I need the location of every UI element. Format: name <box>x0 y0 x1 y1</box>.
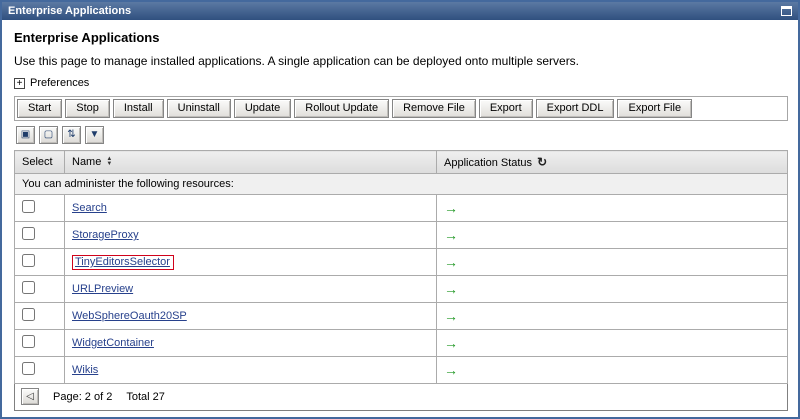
page-description: Use this page to manage installed applic… <box>14 54 788 68</box>
total-count: Total 27 <box>126 391 165 403</box>
app-name-link[interactable]: URLPreview <box>72 283 133 295</box>
preferences-expander[interactable]: + Preferences <box>14 77 788 89</box>
column-header-status-label: Application Status <box>444 157 532 169</box>
app-name-link[interactable]: StorageProxy <box>72 229 139 241</box>
applications-table: Select Name ▲▼ Application Status ↻ You ca… <box>14 150 788 384</box>
pagination-bar: ◁ Page: 2 of 2 Total 27 <box>14 384 788 411</box>
refresh-status-icon[interactable]: ↻ <box>537 155 547 169</box>
install-button[interactable]: Install <box>113 99 164 118</box>
row-checkbox[interactable] <box>22 227 35 240</box>
preferences-label: Preferences <box>30 77 89 89</box>
previous-page-button[interactable]: ◁ <box>21 388 39 405</box>
app-name-link[interactable]: Search <box>72 202 107 214</box>
row-checkbox[interactable] <box>22 308 35 321</box>
table-row: URLPreview → <box>15 276 788 303</box>
column-header-name[interactable]: Name ▲▼ <box>65 151 437 174</box>
rollout-update-button[interactable]: Rollout Update <box>294 99 389 118</box>
table-row: Wikis → <box>15 357 788 384</box>
select-all-icon[interactable]: ▣ <box>16 126 35 144</box>
application-started-icon: → <box>444 335 458 351</box>
row-checkbox[interactable] <box>22 281 35 294</box>
page-title: Enterprise Applications <box>14 30 788 45</box>
export-ddl-button[interactable]: Export DDL <box>536 99 615 118</box>
column-header-status: Application Status ↻ <box>437 151 788 174</box>
table-row: WebSphereOauth20SP → <box>15 303 788 330</box>
app-name-link[interactable]: Wikis <box>72 364 98 376</box>
application-started-icon: → <box>444 308 458 324</box>
table-caption-row: You can administer the following resourc… <box>15 174 788 195</box>
application-started-icon: → <box>444 254 458 270</box>
row-checkbox[interactable] <box>22 254 35 267</box>
column-header-select: Select <box>15 151 65 174</box>
column-header-name-label: Name <box>72 156 101 168</box>
table-row: StorageProxy → <box>15 222 788 249</box>
window-title: Enterprise Applications <box>8 5 131 17</box>
table-header-row: Select Name ▲▼ Application Status ↻ <box>15 151 788 174</box>
app-name-link[interactable]: WebSphereOauth20SP <box>72 310 187 322</box>
application-started-icon: → <box>444 362 458 378</box>
export-button[interactable]: Export <box>479 99 533 118</box>
list-toolbar: ▣ ▢ ⇅ ▼ <box>14 121 788 150</box>
table-row: TinyEditorsSelector → <box>15 249 788 276</box>
table-row: WidgetContainer → <box>15 330 788 357</box>
deselect-all-icon[interactable]: ▢ <box>39 126 58 144</box>
action-toolbar: Start Stop Install Uninstall Update Roll… <box>14 96 788 121</box>
show-filter-icon[interactable]: ⇅ <box>62 126 81 144</box>
table-caption: You can administer the following resourc… <box>15 174 788 195</box>
app-name-link[interactable]: WidgetContainer <box>72 337 154 349</box>
application-started-icon: → <box>444 227 458 243</box>
uninstall-button[interactable]: Uninstall <box>167 99 231 118</box>
application-started-icon: → <box>444 281 458 297</box>
app-name-link-highlighted[interactable]: TinyEditorsSelector <box>72 255 174 270</box>
start-button[interactable]: Start <box>17 99 62 118</box>
page-content: Enterprise Applications Use this page to… <box>2 20 798 411</box>
app-window: Enterprise Applications Enterprise Appli… <box>0 0 800 419</box>
export-file-button[interactable]: Export File <box>617 99 692 118</box>
application-started-icon: → <box>444 200 458 216</box>
sort-icon[interactable]: ▲▼ <box>106 157 112 167</box>
stop-button[interactable]: Stop <box>65 99 110 118</box>
remove-file-button[interactable]: Remove File <box>392 99 476 118</box>
row-checkbox[interactable] <box>22 362 35 375</box>
expand-plus-icon[interactable]: + <box>14 78 25 89</box>
table-row: Search → <box>15 195 788 222</box>
update-button[interactable]: Update <box>234 99 291 118</box>
clear-filter-icon[interactable]: ▼ <box>85 126 104 144</box>
row-checkbox[interactable] <box>22 200 35 213</box>
page-indicator: Page: 2 of 2 <box>53 391 112 403</box>
row-checkbox[interactable] <box>22 335 35 348</box>
sort-down-icon: ▼ <box>106 162 112 167</box>
window-icon[interactable] <box>781 6 792 16</box>
window-titlebar: Enterprise Applications <box>2 2 798 20</box>
